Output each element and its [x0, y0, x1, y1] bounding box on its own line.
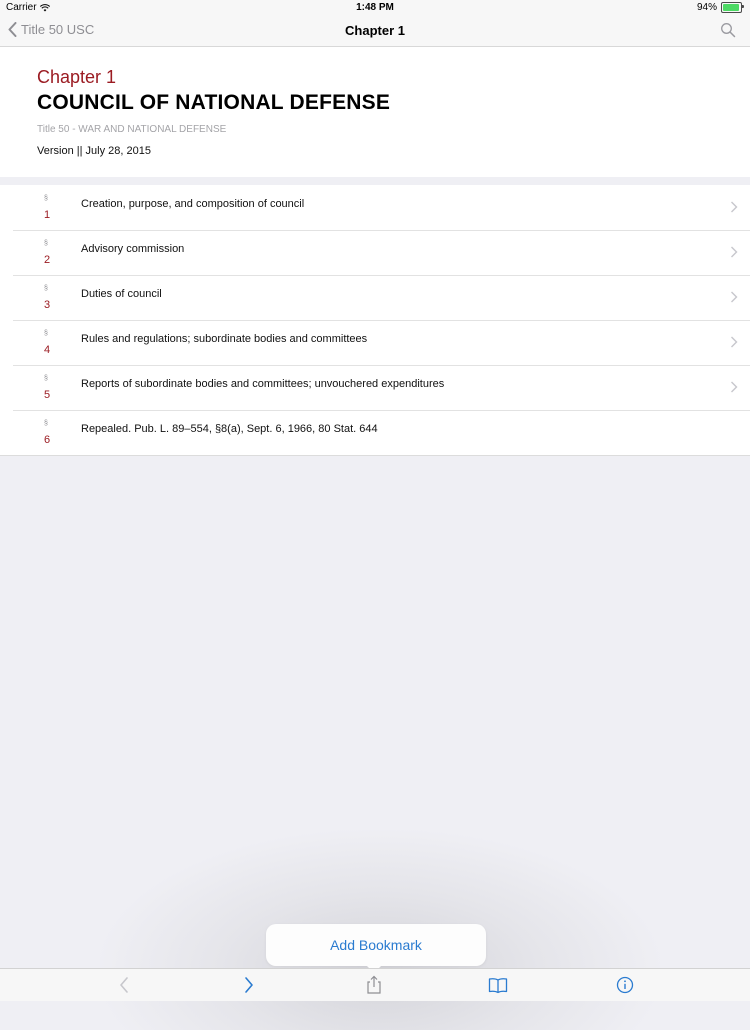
share-button[interactable] [364, 975, 384, 995]
section-list: § 1 Creation, purpose, and composition o… [0, 185, 750, 456]
section-number: 4 [44, 344, 51, 356]
section-title: Reports of subordinate bodies and commit… [81, 378, 445, 390]
chevron-right-icon [731, 246, 738, 258]
section-number: 6 [44, 434, 51, 446]
share-icon [367, 975, 381, 994]
section-sign: § [44, 285, 48, 292]
status-time: 1:48 PM [356, 2, 394, 13]
title-subtitle: Title 50 - WAR AND NATIONAL DEFENSE [37, 124, 227, 135]
battery-percent: 94% [696, 2, 717, 13]
share-popover: Add Bookmark [266, 924, 486, 973]
back-arrow-icon [120, 977, 128, 993]
section-number: 2 [44, 254, 51, 266]
chevron-right-icon [731, 336, 738, 348]
navigation-bar: Title 50 USC Chapter 1 [0, 16, 750, 47]
battery-fill [723, 4, 739, 11]
info-button[interactable] [615, 975, 635, 995]
add-bookmark-button[interactable]: Add Bookmark [330, 937, 422, 953]
chevron-right-icon [731, 291, 738, 303]
section-title: Creation, purpose, and composition of co… [81, 198, 305, 210]
battery-icon [721, 2, 744, 13]
section-row[interactable]: § 2 Advisory commission [0, 230, 750, 275]
section-row[interactable]: § 1 Creation, purpose, and composition o… [0, 185, 750, 230]
forward-arrow-button[interactable] [239, 975, 259, 995]
chapter-label: Chapter 1 [37, 67, 117, 87]
section-sign: § [44, 420, 48, 427]
book-icon [488, 978, 508, 994]
info-icon [616, 976, 634, 994]
chevron-right-icon [731, 381, 738, 393]
section-sign: § [44, 330, 48, 337]
section-row[interactable]: § 4 Rules and regulations; subordinate b… [0, 320, 750, 365]
chapter-title: COUNCIL OF NATIONAL DEFENSE [37, 91, 391, 114]
section-number: 1 [44, 209, 51, 221]
section-sign: § [44, 195, 48, 202]
section-title: Rules and regulations; subordinate bodie… [81, 333, 368, 345]
version-label: Version || July 28, 2015 [37, 145, 151, 157]
status-bar: Carrier 1:48 PM 94% [0, 0, 750, 16]
battery-indicator: 94% [696, 2, 744, 13]
search-button[interactable] [720, 22, 736, 38]
section-number: 3 [44, 299, 51, 311]
section-title: Advisory commission [81, 243, 185, 255]
search-icon [721, 23, 736, 38]
section-row[interactable]: § 6 Repealed. Pub. L. 89–554, §8(a), Sep… [0, 410, 750, 455]
forward-arrow-icon [245, 977, 253, 993]
section-row[interactable]: § 5 Reports of subordinate bodies and co… [0, 365, 750, 410]
chevron-right-icon [731, 201, 738, 213]
back-arrow-button[interactable] [114, 975, 134, 995]
section-title: Repealed. Pub. L. 89–554, §8(a), Sept. 6… [81, 423, 378, 435]
section-row[interactable]: § 3 Duties of council [0, 275, 750, 320]
section-number: 5 [44, 389, 51, 401]
section-sign: § [44, 375, 48, 382]
bottom-toolbar [0, 968, 750, 1001]
section-sign: § [44, 240, 48, 247]
bookmarks-button[interactable] [488, 975, 508, 995]
nav-title: Chapter 1 [345, 23, 405, 38]
chapter-header: Chapter 1 COUNCIL OF NATIONAL DEFENSE Ti… [0, 47, 750, 177]
section-title: Duties of council [81, 288, 162, 300]
